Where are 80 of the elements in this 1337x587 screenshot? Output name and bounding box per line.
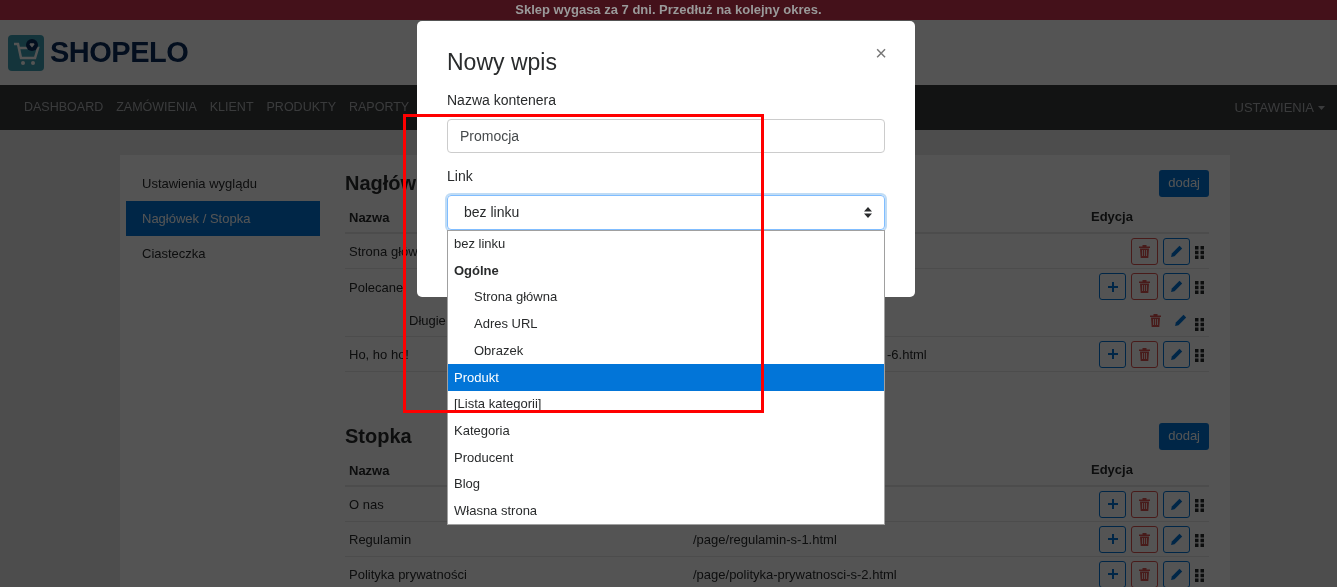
table-cell: -6.html bbox=[887, 347, 927, 362]
table-cell: Polecane bbox=[349, 279, 404, 295]
drag-handle-icon bbox=[1195, 348, 1204, 362]
dropdown-option[interactable]: Blog bbox=[448, 470, 884, 498]
logo-icon bbox=[8, 34, 44, 71]
delete-button[interactable] bbox=[1131, 340, 1158, 368]
drag-handle-icon bbox=[1195, 568, 1204, 582]
dropdown-option[interactable]: Strona główna bbox=[448, 283, 884, 311]
column-header: Nazwa bbox=[349, 463, 390, 478]
plus-icon bbox=[1106, 533, 1119, 545]
add-button[interactable] bbox=[1099, 340, 1126, 368]
drag-handle-icon bbox=[1195, 245, 1204, 259]
drag-handle-icon bbox=[1195, 498, 1204, 512]
plus-icon bbox=[1106, 280, 1119, 293]
logo-text: SHOPELO bbox=[50, 34, 189, 70]
plus-icon bbox=[1106, 568, 1119, 580]
plus-icon bbox=[1106, 348, 1119, 360]
banner-text: Sklep wygasa za 7 dni. Przedłuż na kolejny okres. bbox=[515, 1, 822, 20]
dropdown-option[interactable]: Własna strona bbox=[448, 497, 884, 525]
table-cell: /page/regulamin-s-1.html bbox=[693, 532, 837, 547]
dropdown-option[interactable]: Obrazek bbox=[448, 337, 884, 364]
trash-icon bbox=[1139, 497, 1150, 511]
delete-button[interactable] bbox=[1131, 273, 1158, 300]
pencil-icon bbox=[1170, 532, 1183, 546]
table-cell: /page/polityka-prywatnosci-s-2.html bbox=[693, 567, 897, 582]
dropdown-option[interactable]: Produkt bbox=[448, 363, 884, 391]
sidebar-item[interactable]: Ciasteczka bbox=[126, 236, 320, 271]
pencil-icon bbox=[1170, 347, 1183, 361]
trash-icon bbox=[1139, 532, 1150, 546]
trash-icon bbox=[1139, 280, 1150, 293]
select-field[interactable]: bez linku bbox=[447, 194, 885, 230]
column-header: Nazwa bbox=[349, 210, 390, 225]
column-header: Edycja bbox=[1090, 208, 1134, 227]
delete-button[interactable] bbox=[1131, 560, 1158, 587]
trash-icon bbox=[1149, 313, 1161, 327]
pencil-icon bbox=[1170, 244, 1183, 258]
edit-button[interactable] bbox=[1163, 525, 1190, 553]
text-field[interactable]: Promocja bbox=[447, 118, 885, 153]
trash-icon bbox=[1139, 347, 1150, 361]
sidebar-item[interactable]: Ustawienia wyglądu bbox=[126, 166, 320, 201]
modal-title: Nowy wpis bbox=[447, 48, 557, 77]
pencil-icon bbox=[1170, 497, 1183, 511]
plus-icon bbox=[1106, 498, 1119, 510]
dropdown-option[interactable]: [Lista kategorii] bbox=[448, 390, 884, 418]
edit-button[interactable] bbox=[1163, 560, 1190, 587]
section-heading: Stopka bbox=[345, 424, 412, 449]
dropdown-option[interactable]: Producent bbox=[448, 444, 884, 471]
add-button[interactable] bbox=[1099, 560, 1126, 587]
trash-icon bbox=[1139, 567, 1150, 581]
option-group-label: Ogólne bbox=[453, 261, 500, 280]
add-button[interactable] bbox=[1099, 490, 1126, 518]
dropdown-option[interactable]: Kategoria bbox=[448, 417, 884, 444]
delete-button[interactable] bbox=[1131, 490, 1158, 518]
dropdown-option[interactable]: bez linku bbox=[448, 230, 884, 258]
trash-icon bbox=[1139, 244, 1150, 258]
add-button[interactable] bbox=[1099, 525, 1126, 553]
field-label: Nazwa kontenera bbox=[447, 90, 557, 110]
field-label: Link bbox=[447, 166, 474, 186]
close-button[interactable]: × bbox=[875, 43, 887, 63]
drag-handle-icon bbox=[1195, 317, 1204, 331]
up-down-arrow-icon bbox=[864, 206, 872, 218]
table-cell: Długie bbox=[409, 313, 446, 328]
pencil-icon bbox=[1170, 280, 1183, 293]
edit-button[interactable] bbox=[1163, 273, 1190, 300]
pencil-icon bbox=[1173, 313, 1187, 327]
table-cell: Polityka prywatności bbox=[349, 567, 467, 582]
edit-button[interactable] bbox=[1163, 237, 1190, 265]
edit-button[interactable] bbox=[1163, 490, 1190, 518]
column-header: Edycja bbox=[1090, 461, 1134, 480]
table-cell: Regulamin bbox=[349, 532, 412, 547]
dropdown-option[interactable]: Adres URL bbox=[448, 310, 884, 338]
delete-button[interactable] bbox=[1131, 237, 1158, 265]
caret-icon bbox=[1318, 105, 1325, 110]
drag-handle-icon bbox=[1195, 281, 1204, 294]
drag-handle-icon bbox=[1195, 533, 1204, 547]
edit-button[interactable] bbox=[1163, 340, 1190, 368]
pencil-icon bbox=[1170, 567, 1183, 581]
table-cell: O nas bbox=[349, 497, 384, 512]
delete-button[interactable] bbox=[1131, 525, 1158, 553]
add-button[interactable] bbox=[1099, 273, 1126, 300]
